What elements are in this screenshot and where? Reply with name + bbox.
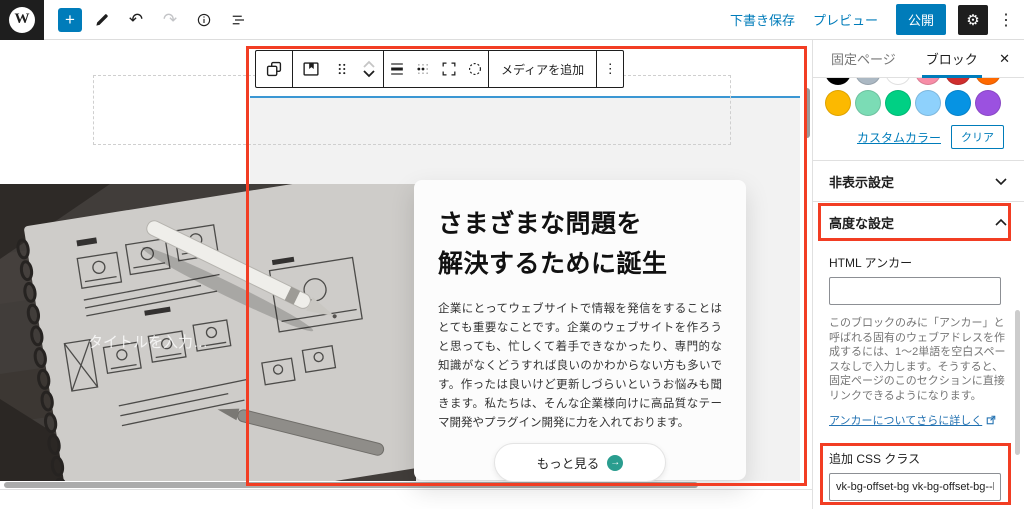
css-class-label: 追加 CSS クラス (829, 450, 1008, 467)
save-draft-button[interactable]: 下書き保存 (730, 10, 795, 29)
full-height-button[interactable] (436, 51, 462, 87)
block-switcher-button[interactable] (256, 51, 292, 87)
dashed-circle-icon (465, 59, 485, 79)
panel-advanced-label: 高度な設定 (829, 213, 894, 232)
additional-css-section: 追加 CSS クラス (829, 450, 1008, 501)
block-toolbar: メディアを追加 ⋮ (255, 50, 624, 88)
color-swatch[interactable] (945, 90, 971, 116)
custom-color-link[interactable]: カスタムカラー (857, 129, 941, 146)
canvas-horizontal-scrollbar[interactable] (4, 482, 698, 488)
html-anchor-label: HTML アンカー (829, 254, 1008, 271)
wordpress-w-icon: W (9, 7, 35, 33)
editor-topbar: W + ↶ ↷ 下書き保存 プレビュー 公開 ⚙ ⋮ (0, 0, 1024, 40)
breadcrumb: 文書 → グループ → カバー (0, 489, 812, 509)
color-swatch[interactable] (975, 90, 1001, 116)
css-class-input[interactable] (829, 473, 1001, 501)
chevron-up-icon (994, 218, 1008, 227)
advanced-settings-body: HTML アンカー このブロックのみに「アンカー」と呼ばれる固有のウェブアドレス… (813, 242, 1024, 509)
undo-button[interactable]: ↶ (122, 6, 150, 34)
more-button[interactable]: もっと見る → (494, 443, 667, 482)
color-swatch[interactable] (825, 78, 851, 85)
edit-tool-button[interactable] (88, 6, 116, 34)
arrow-right-icon: → (607, 455, 623, 471)
cover-title-placeholder[interactable]: タイトルを入力… (88, 331, 208, 352)
info-icon (195, 11, 213, 29)
color-swatch[interactable] (945, 78, 971, 85)
preview-button[interactable]: プレビュー (813, 10, 878, 29)
position-matrix-icon (413, 59, 433, 79)
clear-color-button[interactable]: クリア (951, 125, 1004, 149)
chevron-down-icon (994, 177, 1008, 186)
tab-page[interactable]: 固定ページ (819, 40, 908, 78)
heading-line-1: さまざまな問題を (438, 204, 722, 244)
details-button[interactable] (190, 6, 218, 34)
panel-hidden-label: 非表示設定 (829, 172, 894, 191)
vertical-align-icon (387, 59, 407, 79)
chevron-down-icon (361, 69, 377, 79)
html-anchor-input[interactable] (829, 277, 1001, 305)
content-heading[interactable]: さまざまな問題を 解決するために誕生 (438, 204, 722, 284)
publish-button[interactable]: 公開 (896, 4, 946, 35)
color-swatch[interactable] (885, 90, 911, 116)
overlay-opacity-button[interactable] (462, 51, 488, 87)
wordpress-editor: W + ↶ ↷ 下書き保存 プレビュー 公開 ⚙ ⋮ (0, 0, 1024, 509)
position-matrix-button[interactable] (410, 51, 436, 87)
wordpress-logo[interactable]: W (0, 0, 44, 40)
color-swatch[interactable] (915, 78, 941, 85)
color-swatch[interactable] (855, 78, 881, 85)
vertical-align-button[interactable] (384, 51, 410, 87)
select-parent-block-button[interactable] (293, 51, 329, 87)
list-view-icon (229, 11, 247, 29)
sidebar-scrollbar[interactable] (1015, 310, 1020, 455)
outer-block-icon (300, 58, 322, 80)
gear-icon: ⚙ (966, 12, 979, 29)
color-swatch[interactable] (915, 90, 941, 116)
editor-canvas: タイトルを入力… さまざまな問題を 解決するために誕生 企業にとってウェブサイト… (0, 40, 812, 481)
close-sidebar-button[interactable]: ✕ (999, 51, 1010, 67)
editor-main: タイトルを入力… さまざまな問題を 解決するために誕生 企業にとってウェブサイト… (0, 40, 1024, 509)
canvas-vertical-scrollbar[interactable] (804, 88, 810, 138)
redo-button[interactable]: ↷ (156, 6, 184, 34)
tab-block[interactable]: ブロック (914, 40, 990, 78)
color-swatch[interactable] (825, 90, 851, 116)
settings-sidebar: 固定ページ ブロック ✕ (812, 40, 1024, 509)
anchor-help-text: このブロックのみに「アンカー」と呼ばれる固有のウェブアドレスを作成するには、1〜… (829, 316, 1008, 403)
drag-handle[interactable] (329, 51, 355, 87)
redo-icon: ↷ (163, 10, 177, 30)
sidebar-tabs: 固定ページ ブロック ✕ (813, 40, 1024, 78)
kebab-icon: ⋮ (998, 12, 1014, 29)
external-link-icon (986, 415, 996, 425)
canvas-horizontal-scroll-track (0, 481, 812, 489)
content-panel: さまざまな問題を 解決するために誕生 企業にとってウェブサイトで情報を発信をする… (414, 180, 746, 480)
full-height-icon (439, 59, 459, 79)
color-swatch[interactable] (885, 78, 911, 85)
block-options-button[interactable]: ⋮ (597, 51, 623, 87)
block-inserter-button[interactable]: + (58, 8, 82, 32)
panel-hidden-settings[interactable]: 非表示設定 (813, 161, 1024, 201)
block-mover[interactable] (355, 51, 383, 87)
list-view-button[interactable] (224, 6, 252, 34)
more-button-label: もっと見る (537, 453, 600, 472)
anchor-docs-link[interactable]: アンカーについてさらに詳しく (829, 412, 996, 428)
kebab-icon: ⋮ (604, 61, 617, 77)
editor-canvas-column: タイトルを入力… さまざまな問題を 解決するために誕生 企業にとってウェブサイト… (0, 40, 812, 509)
color-palette (813, 78, 1024, 116)
panel-advanced-settings[interactable]: 高度な設定 (813, 202, 1024, 242)
group-block-icon (263, 58, 285, 80)
add-media-button[interactable]: メディアを追加 (489, 51, 596, 87)
drag-handle-icon (333, 60, 351, 78)
settings-toggle-button[interactable]: ⚙ (958, 5, 988, 35)
more-options-button[interactable]: ⋮ (998, 10, 1014, 30)
color-swatch[interactable] (855, 90, 881, 116)
pencil-icon (93, 11, 111, 29)
content-paragraph[interactable]: 企業にとってウェブサイトで情報を発信をすることはとても重要なことです。企業のウェ… (438, 300, 722, 433)
heading-line-2: 解決するために誕生 (438, 244, 722, 284)
chevron-up-icon (361, 59, 377, 69)
anchor-docs-link-label: アンカーについてさらに詳しく (829, 412, 982, 428)
plus-icon: + (65, 10, 75, 29)
color-swatch[interactable] (975, 78, 1001, 85)
undo-icon: ↶ (129, 10, 143, 30)
